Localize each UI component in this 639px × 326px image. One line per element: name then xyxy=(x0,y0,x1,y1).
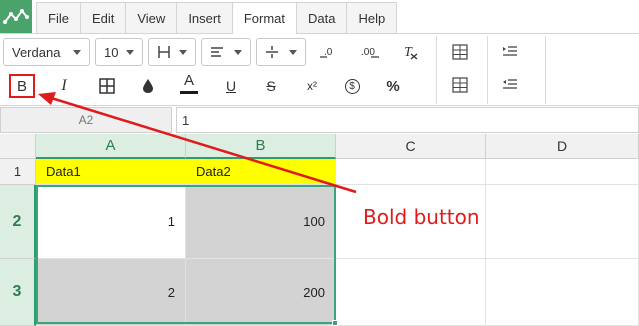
chevron-down-icon xyxy=(126,49,134,55)
menu-tab-file[interactable]: File xyxy=(36,2,81,33)
cell-d2[interactable] xyxy=(486,185,639,259)
formula-bar: A2 1 xyxy=(0,107,639,134)
chevron-down-icon xyxy=(179,49,187,55)
fill-color-icon[interactable] xyxy=(136,75,160,97)
increase-decimal-icon[interactable]: .00 xyxy=(358,41,382,63)
cell-b2[interactable]: 100 xyxy=(186,185,336,259)
cell-c1[interactable] xyxy=(336,159,486,185)
strikethrough-button[interactable]: S xyxy=(259,75,283,97)
vertical-align-icon xyxy=(158,46,170,58)
text-color-label: A xyxy=(183,71,194,89)
cell-b3[interactable]: 200 xyxy=(186,259,336,326)
column-header-a[interactable]: A xyxy=(36,134,186,159)
text-color-button[interactable]: A xyxy=(177,72,201,94)
column-header-c[interactable]: C xyxy=(336,134,486,159)
chevron-down-icon xyxy=(234,49,242,55)
menu-tab-format[interactable]: Format xyxy=(231,2,297,35)
text-color-swatch xyxy=(180,90,198,94)
cell-d1[interactable] xyxy=(486,159,639,185)
row-header-1[interactable]: 1 xyxy=(0,159,36,185)
vertical-position-select[interactable] xyxy=(256,38,306,66)
cell-b1[interactable]: Data2 xyxy=(186,159,336,185)
toolbar: Verdana 10 .0 .00 T B I A U S x² $ % xyxy=(0,34,639,106)
bold-label: B xyxy=(16,77,27,95)
cell-a1[interactable]: Data1 xyxy=(36,159,186,185)
cell-reference-box[interactable]: A2 xyxy=(0,107,172,133)
column-header-d[interactable]: D xyxy=(486,134,639,159)
toolbar-separator xyxy=(545,36,546,104)
font-size-select[interactable]: 10 xyxy=(95,38,143,66)
font-size-value: 10 xyxy=(104,44,119,60)
formula-input[interactable]: 1 xyxy=(176,107,639,133)
currency-label: $ xyxy=(344,78,360,94)
italic-button[interactable]: I xyxy=(52,75,76,97)
cell-d3[interactable] xyxy=(486,259,639,326)
vertical-middle-icon xyxy=(266,46,278,58)
decrease-indent-icon[interactable] xyxy=(498,74,522,96)
menu-tab-insert[interactable]: Insert xyxy=(176,2,233,33)
font-family-select[interactable]: Verdana xyxy=(3,38,90,66)
merge-cells-icon[interactable] xyxy=(95,75,119,97)
align-left-icon xyxy=(211,47,223,57)
menu-tab-view[interactable]: View xyxy=(125,2,178,33)
row-header-2[interactable]: 2 xyxy=(0,185,36,259)
annotation-label: Bold button xyxy=(363,205,480,229)
chevron-down-icon xyxy=(73,49,81,55)
toolbar-separator xyxy=(487,36,488,104)
svg-text:.00: .00 xyxy=(361,47,375,58)
menu-tab-help[interactable]: Help xyxy=(346,2,398,33)
increase-indent-icon[interactable] xyxy=(498,41,522,63)
svg-text:.0: .0 xyxy=(324,47,333,58)
cell-a2[interactable]: 1 xyxy=(36,185,186,259)
vertical-align-select[interactable] xyxy=(148,38,196,66)
toolbar-separator xyxy=(436,36,437,104)
cell-c3[interactable] xyxy=(336,259,486,326)
decrease-decimal-icon[interactable]: .0 xyxy=(317,41,341,63)
currency-button[interactable]: $ xyxy=(340,75,364,97)
app-logo-icon xyxy=(0,0,32,33)
percent-button[interactable]: % xyxy=(381,75,405,97)
borders-icon[interactable] xyxy=(448,41,472,63)
cell-a3[interactable]: 2 xyxy=(36,259,186,326)
horizontal-align-select[interactable] xyxy=(201,38,251,66)
row-header-3[interactable]: 3 xyxy=(0,259,36,326)
fill-handle[interactable] xyxy=(332,320,338,326)
menu-tab-edit[interactable]: Edit xyxy=(79,2,127,33)
menu-tab-data[interactable]: Data xyxy=(296,2,348,33)
spreadsheet-grid: A B C D 1 2 3 Data1 Data2 1 100 2 200 xyxy=(0,134,639,326)
bold-button[interactable]: B xyxy=(9,74,35,98)
superscript-button[interactable]: x² xyxy=(300,75,324,97)
clear-format-icon[interactable]: T xyxy=(399,41,423,63)
menu-bar: File Edit View Insert Format Data Help xyxy=(0,0,639,35)
underline-button[interactable]: U xyxy=(219,75,243,97)
table-icon[interactable] xyxy=(448,74,472,96)
font-family-value: Verdana xyxy=(12,44,61,60)
select-all-corner[interactable] xyxy=(0,134,36,159)
column-header-b[interactable]: B xyxy=(186,134,336,159)
chevron-down-icon xyxy=(289,49,297,55)
